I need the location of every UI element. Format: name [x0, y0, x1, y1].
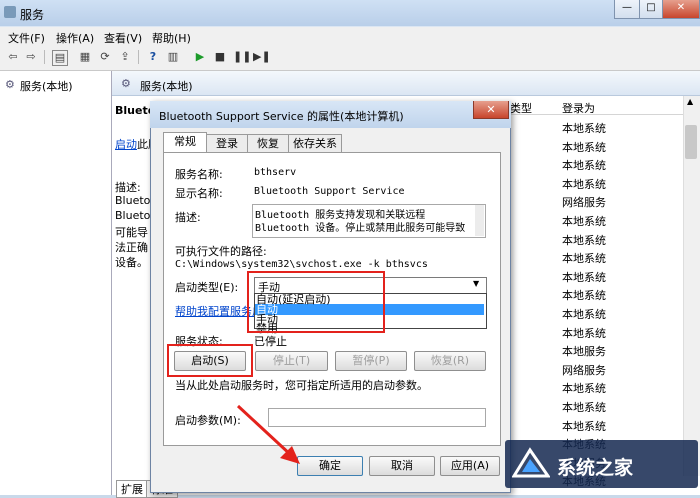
- startup-type-label: 启动类型(E):: [175, 281, 239, 294]
- gear-icon: ⚙: [121, 77, 131, 90]
- chevron-down-icon[interactable]: ▼: [473, 279, 479, 288]
- logon-cell: 本地系统: [562, 233, 606, 247]
- maximize-button[interactable]: □: [639, 0, 663, 19]
- minimize-button[interactable]: —: [614, 0, 640, 19]
- description-scrollbar[interactable]: [475, 205, 484, 236]
- toolbar-separator: [44, 50, 45, 64]
- export-icon[interactable]: ⇪: [118, 50, 132, 64]
- scroll-up-icon[interactable]: ▲: [687, 97, 693, 106]
- start-service-link[interactable]: 启动: [115, 136, 137, 152]
- tab-recovery[interactable]: 恢复: [247, 134, 289, 153]
- logon-cell: 本地系统: [562, 326, 606, 340]
- pause-icon[interactable]: ❚❚: [233, 50, 251, 64]
- status-value: 已停止: [254, 335, 287, 348]
- display-name-value: Bluetooth Support Service: [254, 186, 405, 197]
- annotation-box-startup-type: [247, 271, 385, 333]
- logon-cell: 本地系统: [562, 159, 606, 173]
- description-label: 描述:: [175, 211, 201, 224]
- help-icon[interactable]: ?: [146, 50, 160, 64]
- resume-button[interactable]: 恢复(R): [414, 351, 486, 371]
- dialog-title: Bluetooth Support Service 的属性(本地计算机): [159, 110, 404, 123]
- pane-header-title: 服务(本地): [140, 80, 193, 93]
- dialog-close-button[interactable]: ✕: [473, 101, 509, 119]
- view-icon[interactable]: ▥: [166, 50, 180, 64]
- menu-view[interactable]: 查看(V): [104, 30, 142, 46]
- logon-cell: 本地系统: [562, 270, 606, 284]
- description-line: Bluetooth 设备。停止或禁用此服务可能导致: [255, 223, 466, 234]
- pause-button[interactable]: 暂停(P): [335, 351, 407, 371]
- tab-extended[interactable]: 扩展: [116, 480, 148, 498]
- desc-line: 法正确: [115, 241, 148, 254]
- scrollbar-thumb[interactable]: [685, 125, 697, 159]
- pane-header: [112, 71, 700, 96]
- toolbar-separator: [138, 50, 139, 64]
- exe-path-value: C:\Windows\system32\svchost.exe -k bthsv…: [175, 259, 428, 270]
- desc-line: Blueto: [115, 209, 151, 222]
- logon-cell: 本地系统: [562, 177, 606, 191]
- logon-cell: 本地系统: [562, 289, 606, 303]
- logon-cell: 本地系统: [562, 401, 606, 414]
- annotation-box-start: [167, 344, 253, 377]
- logon-cell: 本地系统: [562, 252, 606, 266]
- logon-cell: 本地系统: [562, 215, 606, 228]
- column-header-type[interactable]: 类型: [510, 100, 532, 116]
- watermark-logo-icon: [512, 447, 550, 478]
- console-tree-pane: [0, 71, 112, 495]
- logon-cell: 本地系统: [562, 419, 606, 433]
- back-arrow-icon[interactable]: ⇦: [6, 50, 20, 64]
- restart-icon[interactable]: ▶❚: [253, 50, 271, 64]
- menu-action[interactable]: 操作(A): [56, 30, 94, 46]
- logon-cell: 本地系统: [562, 382, 606, 396]
- console-tree-icon[interactable]: ▤: [52, 50, 68, 66]
- forward-arrow-icon[interactable]: ⇨: [24, 50, 38, 64]
- close-button[interactable]: ✕: [662, 0, 700, 19]
- refresh-icon[interactable]: ⟳: [98, 50, 112, 64]
- tab-dependencies[interactable]: 依存关系: [288, 134, 342, 153]
- logon-cell: 本地服务: [562, 345, 606, 359]
- stop-icon[interactable]: ■: [213, 50, 227, 64]
- logon-cell: 本地系统: [562, 308, 606, 321]
- properties-icon[interactable]: ▦: [78, 50, 92, 64]
- play-icon[interactable]: ▶: [193, 50, 207, 64]
- watermark-text: 系统之家: [557, 457, 634, 479]
- display-name-label: 显示名称:: [175, 187, 223, 200]
- title-bar: [0, 0, 700, 26]
- logon-cell: 网络服务: [562, 196, 606, 210]
- logon-cell: 网络服务: [562, 363, 606, 377]
- desc-line: 描述:: [115, 181, 141, 194]
- column-header-row: [505, 96, 685, 115]
- tab-general[interactable]: 常规: [163, 132, 207, 153]
- menu-help[interactable]: 帮助(H): [152, 30, 191, 46]
- tab-logon[interactable]: 登录: [206, 134, 248, 153]
- menu-file[interactable]: 文件(F): [8, 30, 45, 46]
- services-app-icon: [4, 6, 16, 18]
- cancel-button[interactable]: 取消: [369, 456, 435, 476]
- annotation-arrow: [236, 404, 300, 464]
- startup-hint: 当从此处启动服务时，您可指定所适用的启动参数。: [175, 379, 428, 392]
- tree-item-services-local[interactable]: 服务(本地): [20, 78, 73, 94]
- desc-line: Blueto: [115, 194, 151, 207]
- gear-icon: ⚙: [5, 78, 15, 91]
- stop-button[interactable]: 停止(T): [255, 351, 328, 371]
- desc-line: 设备。: [115, 256, 148, 269]
- service-name-label: 服务名称:: [175, 168, 223, 181]
- service-name-value: bthserv: [254, 167, 297, 178]
- exe-path-label: 可执行文件的路径:: [175, 245, 267, 258]
- logon-cell: 本地系统: [562, 140, 606, 154]
- desc-line: 可能导: [115, 226, 148, 239]
- column-header-logon[interactable]: 登录为: [562, 100, 595, 116]
- apply-button[interactable]: 应用(A): [440, 456, 500, 476]
- logon-cell: 本地系统: [562, 122, 606, 135]
- window-title: 服务: [20, 8, 45, 22]
